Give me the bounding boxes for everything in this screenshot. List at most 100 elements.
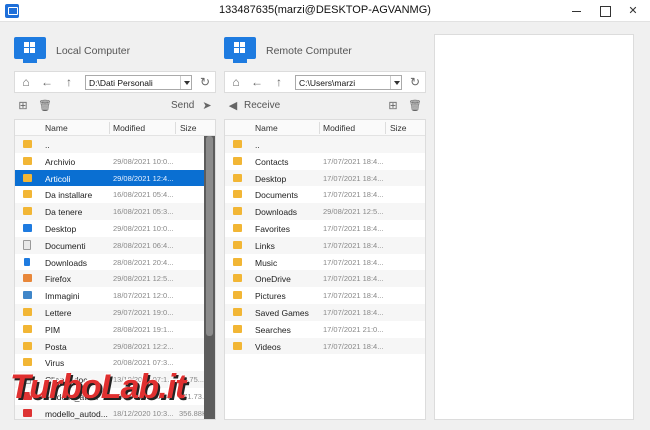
up-arrow-icon[interactable]: ↑	[61, 74, 77, 90]
back-arrow-icon[interactable]: ←	[249, 74, 265, 90]
file-modified: 29/08/2021 12:5...	[323, 207, 384, 217]
table-row[interactable]: Favorites 17/07/2021 18:4...	[225, 220, 425, 237]
table-row[interactable]: Downloads 28/08/2021 20:4...	[15, 254, 215, 271]
turbolab-watermark: TurboLab.it	[2, 368, 242, 428]
send-button[interactable]: Send	[171, 100, 194, 111]
col-name[interactable]: Name	[45, 123, 68, 133]
folder-icon	[233, 257, 242, 266]
table-row[interactable]: Archivio 29/08/2021 10:0...	[15, 153, 215, 170]
trash-icon[interactable]: 🗑	[408, 99, 422, 113]
file-name: ..	[45, 140, 50, 150]
col-name[interactable]: Name	[255, 123, 278, 133]
folder-icon	[233, 274, 242, 283]
receive-button[interactable]: Receive	[244, 100, 280, 111]
file-modified: 17/07/2021 18:4...	[323, 307, 384, 317]
file-name: Pictures	[255, 291, 286, 302]
table-row[interactable]: Documenti 28/08/2021 06:4...	[15, 236, 215, 254]
watermark-text: TurboLab.it	[10, 368, 186, 406]
table-row[interactable]: Contacts 17/07/2021 18:4...	[225, 153, 425, 170]
up-arrow-icon[interactable]: ↑	[271, 74, 287, 90]
col-size[interactable]: Size	[180, 123, 197, 133]
preview-panel	[434, 34, 634, 420]
receive-arrow-icon[interactable]: ◀	[226, 99, 240, 113]
folder-icon	[233, 207, 242, 216]
send-arrow-icon[interactable]: ➤	[200, 99, 214, 113]
file-name: Saved Games	[255, 307, 309, 318]
local-path-text: D:\Dati Personali	[89, 78, 153, 88]
table-row[interactable]: Da installare 16/08/2021 05:4...	[15, 186, 215, 203]
file-name: Firefox	[45, 274, 71, 285]
folder-icon	[233, 140, 242, 148]
remote-panel: Remote Computer ⌂ ← ↑ C:\Users\marzi ↻ ◀…	[224, 22, 426, 430]
file-name: Da installare	[45, 190, 93, 201]
table-row[interactable]: Da tenere 16/08/2021 05:3...	[15, 203, 215, 220]
table-row[interactable]: Desktop 17/07/2021 18:4...	[225, 169, 425, 187]
file-name: Virus	[45, 358, 65, 369]
file-name: ..	[255, 140, 260, 150]
folder-icon	[23, 190, 32, 199]
file-name: PIM	[45, 324, 61, 335]
title-bar: 133487635(marzi@DESKTOP-AGVANMG) ✕	[0, 0, 650, 22]
remote-panel-title: Remote Computer	[266, 45, 352, 57]
table-row[interactable]: Immagini 18/07/2021 12:0...	[15, 287, 215, 304]
folder-icon	[233, 291, 242, 300]
table-row[interactable]: Searches 17/07/2021 21:0...	[225, 321, 425, 338]
refresh-icon[interactable]: ↻	[407, 74, 423, 90]
remote-path-combo[interactable]: C:\Users\marzi	[295, 75, 402, 90]
home-icon[interactable]: ⌂	[18, 74, 34, 90]
maximize-button[interactable]	[591, 0, 619, 22]
table-row[interactable]: Lettere 29/07/2021 19:0...	[15, 303, 215, 321]
folder-icon	[233, 240, 242, 249]
table-row[interactable]: Downloads 29/08/2021 12:5...	[225, 203, 425, 220]
folder-icon	[23, 173, 32, 182]
file-name: Desktop	[255, 173, 287, 184]
table-row[interactable]: ..	[225, 136, 425, 153]
file-name: OneDrive	[255, 274, 291, 285]
table-row[interactable]: ..	[15, 136, 215, 153]
folder-icon	[233, 223, 242, 232]
local-computer-icon	[14, 37, 46, 65]
new-folder-icon[interactable]: ⊞	[386, 99, 400, 113]
close-button[interactable]: ✕	[619, 0, 647, 22]
file-name: Music	[255, 257, 278, 268]
table-row[interactable]: Posta 29/08/2021 12:2...	[15, 337, 215, 355]
chevron-down-icon[interactable]	[390, 76, 401, 89]
desktop-icon	[23, 223, 32, 232]
local-scroll-thumb[interactable]	[206, 136, 213, 336]
table-row[interactable]: Links 17/07/2021 18:4...	[225, 236, 425, 254]
local-list-header: Name Modified Size	[15, 120, 215, 136]
refresh-icon[interactable]: ↻	[197, 74, 213, 90]
table-row[interactable]: Documents 17/07/2021 18:4...	[225, 186, 425, 203]
minimize-button[interactable]	[563, 0, 591, 22]
file-name: Lettere	[45, 307, 72, 318]
file-name: Desktop	[45, 223, 77, 234]
table-row[interactable]: PIM 28/08/2021 19:1...	[15, 321, 215, 338]
folder-icon	[233, 341, 242, 350]
file-modified: 29/08/2021 12:4...	[113, 173, 174, 183]
remote-path-text: C:\Users\marzi	[299, 78, 356, 88]
table-row[interactable]: Desktop 29/08/2021 10:0...	[15, 220, 215, 237]
table-row[interactable]: Articoli 29/08/2021 12:4...	[15, 169, 215, 187]
table-row[interactable]: Firefox 29/08/2021 12:5...	[15, 270, 215, 288]
col-size[interactable]: Size	[390, 123, 407, 133]
download-icon	[24, 257, 30, 266]
col-modified[interactable]: Modified	[323, 123, 355, 133]
table-row[interactable]: Pictures 17/07/2021 18:4...	[225, 287, 425, 304]
file-name: Contacts	[255, 156, 289, 167]
chevron-down-icon[interactable]	[180, 76, 191, 89]
table-row[interactable]: OneDrive 17/07/2021 18:4...	[225, 270, 425, 288]
remote-file-list[interactable]: Name Modified Size .. Contacts 17/07/2021 …	[224, 119, 426, 420]
table-row[interactable]: Music 17/07/2021 18:4...	[225, 254, 425, 271]
trash-icon[interactable]: 🗑	[38, 99, 52, 113]
col-modified[interactable]: Modified	[113, 123, 145, 133]
new-folder-icon[interactable]: ⊞	[16, 99, 30, 113]
file-modified: 28/08/2021 19:1...	[113, 324, 174, 334]
home-icon[interactable]: ⌂	[228, 74, 244, 90]
file-modified: 20/08/2021 07:3...	[113, 358, 174, 368]
back-arrow-icon[interactable]: ←	[39, 74, 55, 90]
table-row[interactable]: Videos 17/07/2021 18:4...	[225, 337, 425, 355]
table-row[interactable]: Saved Games 17/07/2021 18:4...	[225, 303, 425, 321]
folder-icon	[233, 156, 242, 165]
local-path-combo[interactable]: D:\Dati Personali	[85, 75, 192, 90]
file-modified: 17/07/2021 18:4...	[323, 291, 384, 301]
